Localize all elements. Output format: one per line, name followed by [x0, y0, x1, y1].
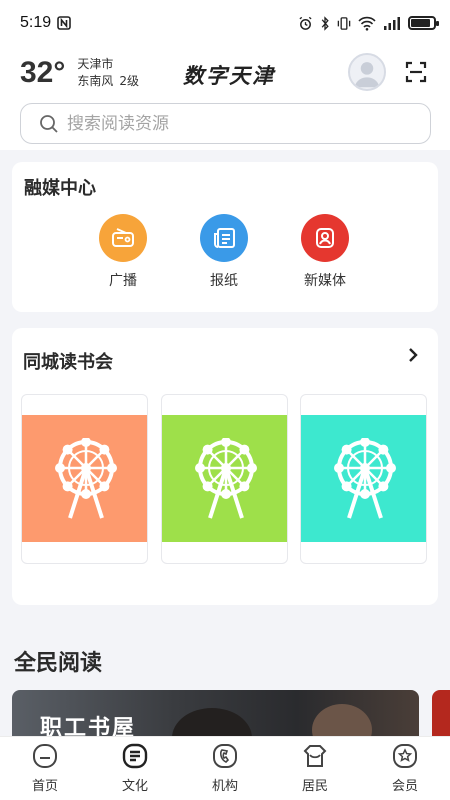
reading-banner[interactable]: 职工书屋 — [12, 690, 419, 740]
bottom-tab-bar: 首页 文化 机构 居民 会员 — [0, 736, 450, 800]
tab-resident[interactable]: 居民 — [270, 737, 360, 800]
tab-label: 文化 — [121, 779, 148, 794]
app-logo: 数字天津 — [183, 63, 275, 88]
tab-label: 首页 — [31, 779, 58, 794]
tab-home[interactable]: 首页 — [0, 737, 90, 800]
tab-culture[interactable]: 文化 — [90, 737, 180, 800]
home-icon — [33, 744, 57, 768]
search-bar[interactable] — [20, 103, 431, 144]
user-icon — [354, 62, 380, 88]
tab-institution[interactable]: 机构 — [180, 737, 270, 800]
resident-icon — [303, 745, 327, 767]
member-icon — [393, 744, 417, 768]
vibrate-icon — [337, 16, 351, 30]
reading-section-title: 全民阅读 — [14, 651, 103, 676]
search-icon — [40, 114, 58, 133]
wind-direction: 东南风 — [77, 74, 114, 88]
media-label: 新媒体 — [304, 273, 346, 289]
book-club-title: 同城读书会 — [23, 352, 113, 373]
temperature: 32° — [20, 56, 66, 89]
book-club-card: 同城读书会 — [12, 328, 438, 605]
radio-icon — [99, 214, 147, 262]
bluetooth-icon — [321, 15, 329, 31]
book-cover — [22, 415, 147, 542]
nfc-icon — [57, 16, 71, 30]
media-item-newspaper[interactable]: 报纸 — [184, 214, 264, 290]
tab-label: 机构 — [211, 779, 238, 794]
ferris-wheel-icon — [194, 437, 257, 519]
tab-member[interactable]: 会员 — [360, 737, 450, 800]
tab-label: 居民 — [301, 779, 328, 794]
wind-level: 2级 — [119, 74, 140, 88]
chevron-right-icon[interactable] — [406, 346, 420, 364]
avatar[interactable] — [348, 53, 386, 91]
signal-icon — [384, 17, 400, 30]
status-time: 5:19 — [20, 14, 52, 31]
battery-icon — [408, 16, 439, 30]
wifi-icon — [358, 16, 376, 31]
book-club-item[interactable] — [300, 394, 427, 564]
weather-widget[interactable]: 32° 天津市 东南风 2级 — [20, 56, 139, 90]
media-center-card: 融媒中心 广播 报纸 新媒体 — [12, 162, 438, 312]
newspaper-icon — [200, 214, 248, 262]
ferris-wheel-icon — [333, 437, 396, 519]
book-club-item[interactable] — [161, 394, 288, 564]
scan-icon[interactable] — [404, 60, 428, 84]
alarm-icon — [299, 16, 312, 30]
tab-label: 会员 — [391, 779, 418, 794]
media-item-radio[interactable]: 广播 — [83, 214, 163, 290]
weather-info: 天津市 东南风 2级 — [77, 56, 139, 90]
status-bar: 5:19 — [0, 0, 450, 46]
media-item-new-media[interactable]: 新媒体 — [285, 214, 365, 290]
header: 32° 天津市 东南风 2级 数字天津 — [0, 46, 450, 150]
search-input[interactable] — [67, 113, 367, 134]
media-center-title: 融媒中心 — [24, 178, 96, 199]
book-cover — [301, 415, 426, 542]
institution-icon — [213, 744, 237, 768]
media-label: 报纸 — [210, 273, 238, 289]
wind-info: 东南风 2级 — [77, 73, 139, 90]
reading-banner-next[interactable] — [432, 690, 450, 740]
media-label: 广播 — [109, 273, 137, 289]
book-cover — [162, 415, 287, 542]
new-media-icon — [301, 214, 349, 262]
book-club-item[interactable] — [21, 394, 148, 564]
culture-icon — [122, 743, 148, 769]
city-name: 天津市 — [77, 57, 114, 71]
ferris-wheel-icon — [54, 437, 117, 519]
